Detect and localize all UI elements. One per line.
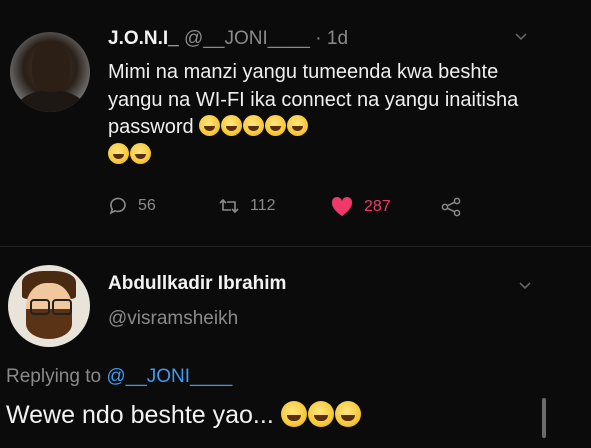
replying-to-label: Replying to — [6, 366, 102, 387]
reply-icon — [109, 197, 126, 215]
chevron-down-icon[interactable] — [518, 279, 532, 293]
reply-username-handle[interactable]: @visramsheikh — [108, 308, 238, 330]
share-action[interactable] — [440, 196, 464, 218]
retweet-count: 112 — [250, 197, 276, 214]
reply-display-name[interactable]: Abdullkadir Ibrahim — [108, 273, 286, 295]
loudly-crying-face-icon — [243, 115, 265, 136]
separator-dot: · — [315, 28, 322, 49]
avatar-shoulders — [16, 90, 86, 112]
reply-text: Wewe ndo beshte yao... — [6, 401, 362, 430]
username-handle[interactable]: @__JONI____ — [184, 28, 310, 49]
like-action[interactable]: 287 — [330, 196, 391, 218]
like-count: 287 — [364, 198, 391, 215]
heart-icon — [331, 196, 353, 216]
display-name[interactable]: J.O.N.I_ — [108, 28, 179, 49]
glasses-right-lens — [52, 299, 72, 315]
tweet-header: J.O.N.I_ @__JONI____ · 1d — [108, 28, 348, 50]
retweet-icon — [219, 198, 239, 214]
reply-action[interactable]: 56 — [108, 196, 156, 216]
tears-of-joy-face-icon — [280, 401, 307, 427]
chevron-down-icon[interactable] — [514, 30, 528, 44]
tears-of-joy-face-icon — [265, 115, 287, 136]
tears-of-joy-face-icon — [130, 142, 151, 164]
tweet-body: Mimi na manzi yangu tumeenda kwa beshte … — [108, 61, 519, 138]
tears-of-joy-face-icon — [307, 401, 334, 427]
reply-body: Wewe ndo beshte yao... — [6, 401, 274, 429]
tweet-timestamp[interactable]: 1d — [327, 28, 348, 49]
tears-of-joy-face-icon — [108, 142, 129, 164]
original-tweet[interactable]: J.O.N.I_ @__JONI____ · 1d Mimi na manzi … — [0, 0, 591, 246]
loudly-crying-face-icon — [199, 115, 221, 136]
loudly-crying-face-icon — [221, 115, 243, 136]
replying-to-link[interactable]: @__JONI____ — [106, 366, 232, 387]
retweet-action[interactable]: 112 — [218, 196, 276, 216]
avatar-face — [32, 42, 70, 92]
glasses-left-lens — [30, 299, 50, 315]
avatar[interactable] — [10, 32, 90, 112]
tears-of-joy-face-icon — [334, 401, 361, 427]
tears-of-joy-face-icon — [287, 115, 309, 136]
reply-count: 56 — [138, 197, 156, 214]
avatar[interactable] — [8, 265, 90, 347]
replying-to-line: Replying to @__JONI____ — [6, 366, 232, 388]
tweet-actions: 56 112 287 — [0, 196, 591, 222]
scroll-indicator[interactable] — [542, 398, 546, 438]
tweet-text: Mimi na manzi yangu tumeenda kwa beshte … — [108, 59, 538, 169]
share-icon — [441, 197, 461, 217]
